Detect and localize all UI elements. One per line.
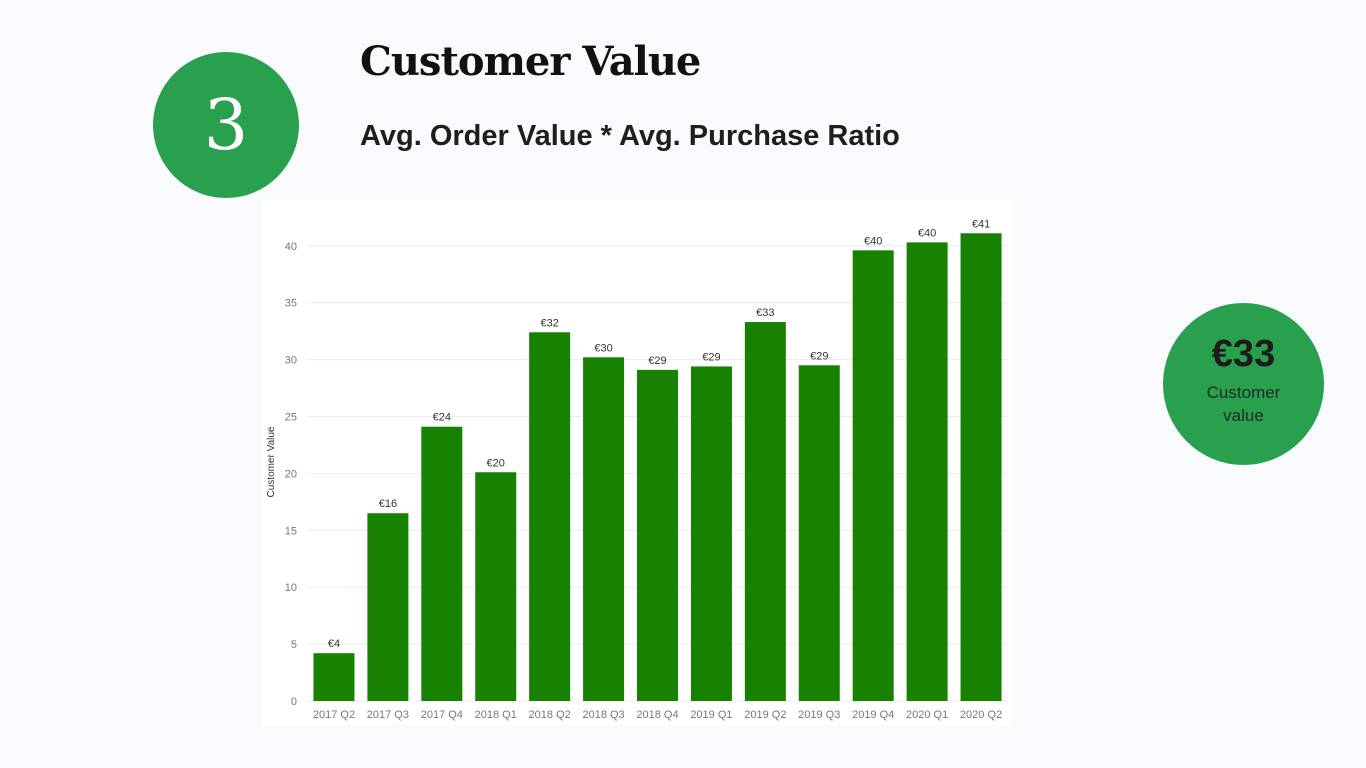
- bar-value-label: €40: [864, 235, 882, 247]
- y-tick-label: 10: [285, 582, 297, 594]
- bar: [475, 472, 517, 701]
- y-tick-label: 20: [285, 468, 297, 480]
- bar-value-label: €29: [648, 355, 666, 367]
- x-tick-label: 2018 Q3: [582, 709, 624, 721]
- y-tick-label: 0: [291, 696, 297, 708]
- bar: [798, 365, 840, 701]
- bar: [313, 653, 355, 701]
- bar: [367, 513, 409, 701]
- bar: [421, 426, 463, 701]
- x-tick-label: 2018 Q2: [529, 709, 571, 721]
- x-tick-label: 2018 Q4: [636, 709, 678, 721]
- bar-value-label: €4: [328, 638, 340, 650]
- x-tick-label: 2018 Q1: [475, 709, 517, 721]
- bars: [313, 233, 1002, 702]
- bar-chart-svg: 0 5 10 15 20 25 30 35 40 €4 €16 €24 €20 €32 €30 €29 €29…: [266, 218, 1008, 721]
- y-tick-label: 35: [285, 298, 297, 310]
- customer-value-kpi: €33 Customer value: [1163, 303, 1324, 465]
- bar-value-label: €29: [702, 351, 720, 363]
- bar-value-label: €32: [540, 317, 558, 329]
- step-number-badge: 3: [153, 52, 299, 198]
- bar-value-label: €30: [594, 342, 612, 354]
- x-tick-label: 2017 Q2: [313, 709, 355, 721]
- bar-value-label: €33: [756, 307, 774, 319]
- y-tick-label: 15: [285, 525, 297, 537]
- bar: [960, 233, 1002, 702]
- x-tick-label: 2020 Q2: [960, 709, 1002, 721]
- y-tick-label: 40: [285, 241, 297, 253]
- bar-value-label: €40: [918, 227, 936, 239]
- y-axis-ticks: 0 5 10 15 20 25 30 35 40: [285, 241, 297, 708]
- page-title: Customer Value: [360, 38, 701, 85]
- x-tick-label: 2017 Q3: [367, 709, 409, 721]
- bar: [529, 332, 571, 701]
- x-tick-label: 2019 Q4: [852, 709, 894, 721]
- page-subtitle: Avg. Order Value * Avg. Purchase Ratio: [360, 120, 900, 152]
- bar: [583, 357, 625, 701]
- x-tick-label: 2019 Q3: [798, 709, 840, 721]
- x-tick-label: 2017 Q4: [421, 709, 463, 721]
- bar-value-label: €24: [433, 412, 451, 424]
- bar-value-label: €41: [972, 218, 990, 230]
- customer-value-chart: 0 5 10 15 20 25 30 35 40 €4 €16 €24 €20 €32 €30 €29 €29…: [263, 200, 1012, 725]
- step-number: 3: [203, 84, 249, 166]
- bar-value-label: €16: [379, 498, 397, 510]
- y-axis-label: Customer Value: [266, 426, 277, 497]
- x-tick-label: 2019 Q1: [690, 709, 732, 721]
- x-axis-ticks: 2017 Q2 2017 Q3 2017 Q4 2018 Q1 2018 Q2 2018 …: [313, 709, 1002, 721]
- bar-value-label: €29: [810, 350, 828, 362]
- y-tick-label: 25: [285, 412, 297, 424]
- bar: [852, 250, 894, 702]
- bar: [744, 322, 786, 701]
- bar: [690, 366, 732, 701]
- y-tick-label: 5: [291, 639, 297, 651]
- x-tick-label: 2019 Q2: [744, 709, 786, 721]
- bar-value-label: €20: [487, 457, 505, 469]
- x-tick-label: 2020 Q1: [906, 709, 948, 721]
- kpi-value: €33: [1211, 333, 1276, 375]
- bar: [906, 242, 948, 702]
- bar: [637, 369, 678, 701]
- kpi-label: Customer value: [1206, 383, 1281, 425]
- y-tick-label: 30: [285, 355, 297, 367]
